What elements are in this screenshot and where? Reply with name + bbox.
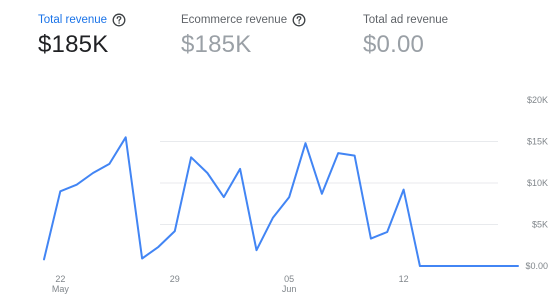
- data-point[interactable]: [90, 170, 96, 176]
- y-tick-label: $15K: [527, 137, 548, 147]
- data-point[interactable]: [466, 263, 472, 269]
- data-point[interactable]: [482, 263, 488, 269]
- data-point[interactable]: [57, 188, 63, 194]
- data-point[interactable]: [515, 263, 521, 269]
- series-line: [43, 136, 519, 267]
- x-tick-sublabel: Jun: [282, 284, 297, 294]
- data-point[interactable]: [384, 229, 390, 235]
- data-point[interactable]: [237, 166, 243, 172]
- data-point[interactable]: [286, 194, 292, 200]
- x-tick-label: 05: [284, 274, 294, 284]
- data-point[interactable]: [499, 263, 505, 269]
- data-point[interactable]: [352, 153, 358, 159]
- data-point[interactable]: [188, 154, 194, 160]
- data-point[interactable]: [172, 228, 178, 234]
- data-point[interactable]: [450, 263, 456, 269]
- y-tick-label: $0.00: [525, 261, 548, 271]
- y-tick-label: $5K: [532, 220, 548, 230]
- x-tick-label: 22: [55, 274, 65, 284]
- data-point[interactable]: [204, 170, 210, 176]
- data-point[interactable]: [433, 263, 439, 269]
- y-tick-label: $10K: [527, 178, 548, 188]
- data-point[interactable]: [319, 191, 325, 197]
- data-point[interactable]: [106, 161, 112, 167]
- data-point[interactable]: [155, 244, 161, 250]
- revenue-line-chart: $0.00 $5K $10K $15K $20K 22May 29 05Jun 12: [41, 95, 548, 294]
- data-point[interactable]: [417, 263, 423, 269]
- data-point[interactable]: [401, 187, 407, 193]
- data-point[interactable]: [41, 256, 47, 262]
- data-point[interactable]: [303, 140, 309, 146]
- data-point[interactable]: [139, 256, 145, 262]
- data-point[interactable]: [368, 236, 374, 242]
- x-tick-sublabel: May: [52, 284, 70, 294]
- x-tick-label: 12: [399, 274, 409, 284]
- data-point[interactable]: [335, 150, 341, 156]
- x-tick-label: 29: [170, 274, 180, 284]
- data-point[interactable]: [254, 247, 260, 253]
- data-point[interactable]: [221, 194, 227, 200]
- y-tick-label: $20K: [527, 95, 548, 105]
- data-point[interactable]: [74, 182, 80, 188]
- data-point[interactable]: [123, 134, 129, 140]
- data-point[interactable]: [270, 215, 276, 221]
